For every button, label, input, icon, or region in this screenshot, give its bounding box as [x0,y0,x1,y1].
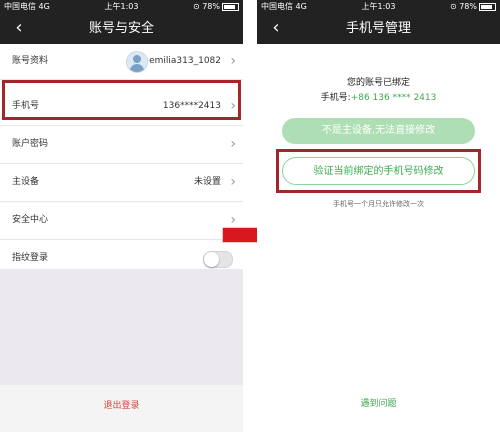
battery-percent: 78% [202,2,220,11]
main-device-value: 未设置 [193,177,221,187]
chevron-right-icon: › [230,136,236,152]
problem-link[interactable]: 遇到问题 [257,396,500,409]
row-account-profile[interactable]: 账号资料 emilia313_1082 › [0,44,243,80]
row-main-device[interactable]: 主设备 未设置 › [0,164,243,202]
battery-icon [222,2,239,11]
phone-management-screen: 中国电信 4G 上午1:03 ⊙ 78% ‹ 手机号管理 您的账号已绑定 手机号… [257,0,500,432]
chevron-right-icon: › [230,174,236,190]
nav-bar: ‹ 手机号管理 [257,14,500,44]
phone-row-highlight [2,80,241,120]
row-label: 账号资料 [12,56,49,66]
row-label: 主设备 [12,177,40,187]
username-value: emilia313_1082 [149,56,221,66]
status-bar: 中国电信 4G 上午1:03 ⊙ 78% [257,0,500,14]
battery-percent: 78% [459,2,477,11]
empty-area [0,269,243,385]
account-security-screen: 中国电信 4G 上午1:03 ⊙ 78% ‹ 账号与安全 账号资料 emilia… [0,0,243,432]
status-bar: 中国电信 4G 上午1:03 ⊙ 78% [0,0,243,14]
row-account-password[interactable]: 账户密码 › [0,126,243,164]
fingerprint-toggle[interactable] [203,251,233,268]
logout-button[interactable]: 退出登录 [0,398,243,411]
top-bar: 中国电信 4G 上午1:03 ⊙ 78% ‹ 手机号管理 [257,0,500,44]
direct-change-button-disabled: 不是主设备,无法直接修改 [282,118,475,144]
page-title: 手机号管理 [345,21,411,36]
row-label: 安全中心 [12,215,49,225]
phone-number: +86 136 **** 2413 [350,93,437,103]
top-bar: 中国电信 4G 上午1:03 ⊙ 78% ‹ 账号与安全 [0,0,243,44]
row-security-center[interactable]: 安全中心 › [0,202,243,240]
bound-title: 您的账号已绑定 [346,78,410,88]
avatar [126,51,148,73]
alarm-icon: ⊙ [449,2,457,11]
row-label: 账户密码 [12,139,49,149]
change-limit-note: 手机号一个月只允许修改一次 [333,200,424,208]
verify-button-highlight [276,149,481,193]
page-title: 账号与安全 [88,21,154,36]
nav-bar: ‹ 账号与安全 [0,14,243,44]
phone-prefix: 手机号: [320,93,351,103]
alarm-icon: ⊙ [192,2,200,11]
bound-phone: 手机号:+86 136 **** 2413 [257,90,500,103]
battery-icon [479,2,496,11]
chevron-right-icon: › [230,53,236,69]
